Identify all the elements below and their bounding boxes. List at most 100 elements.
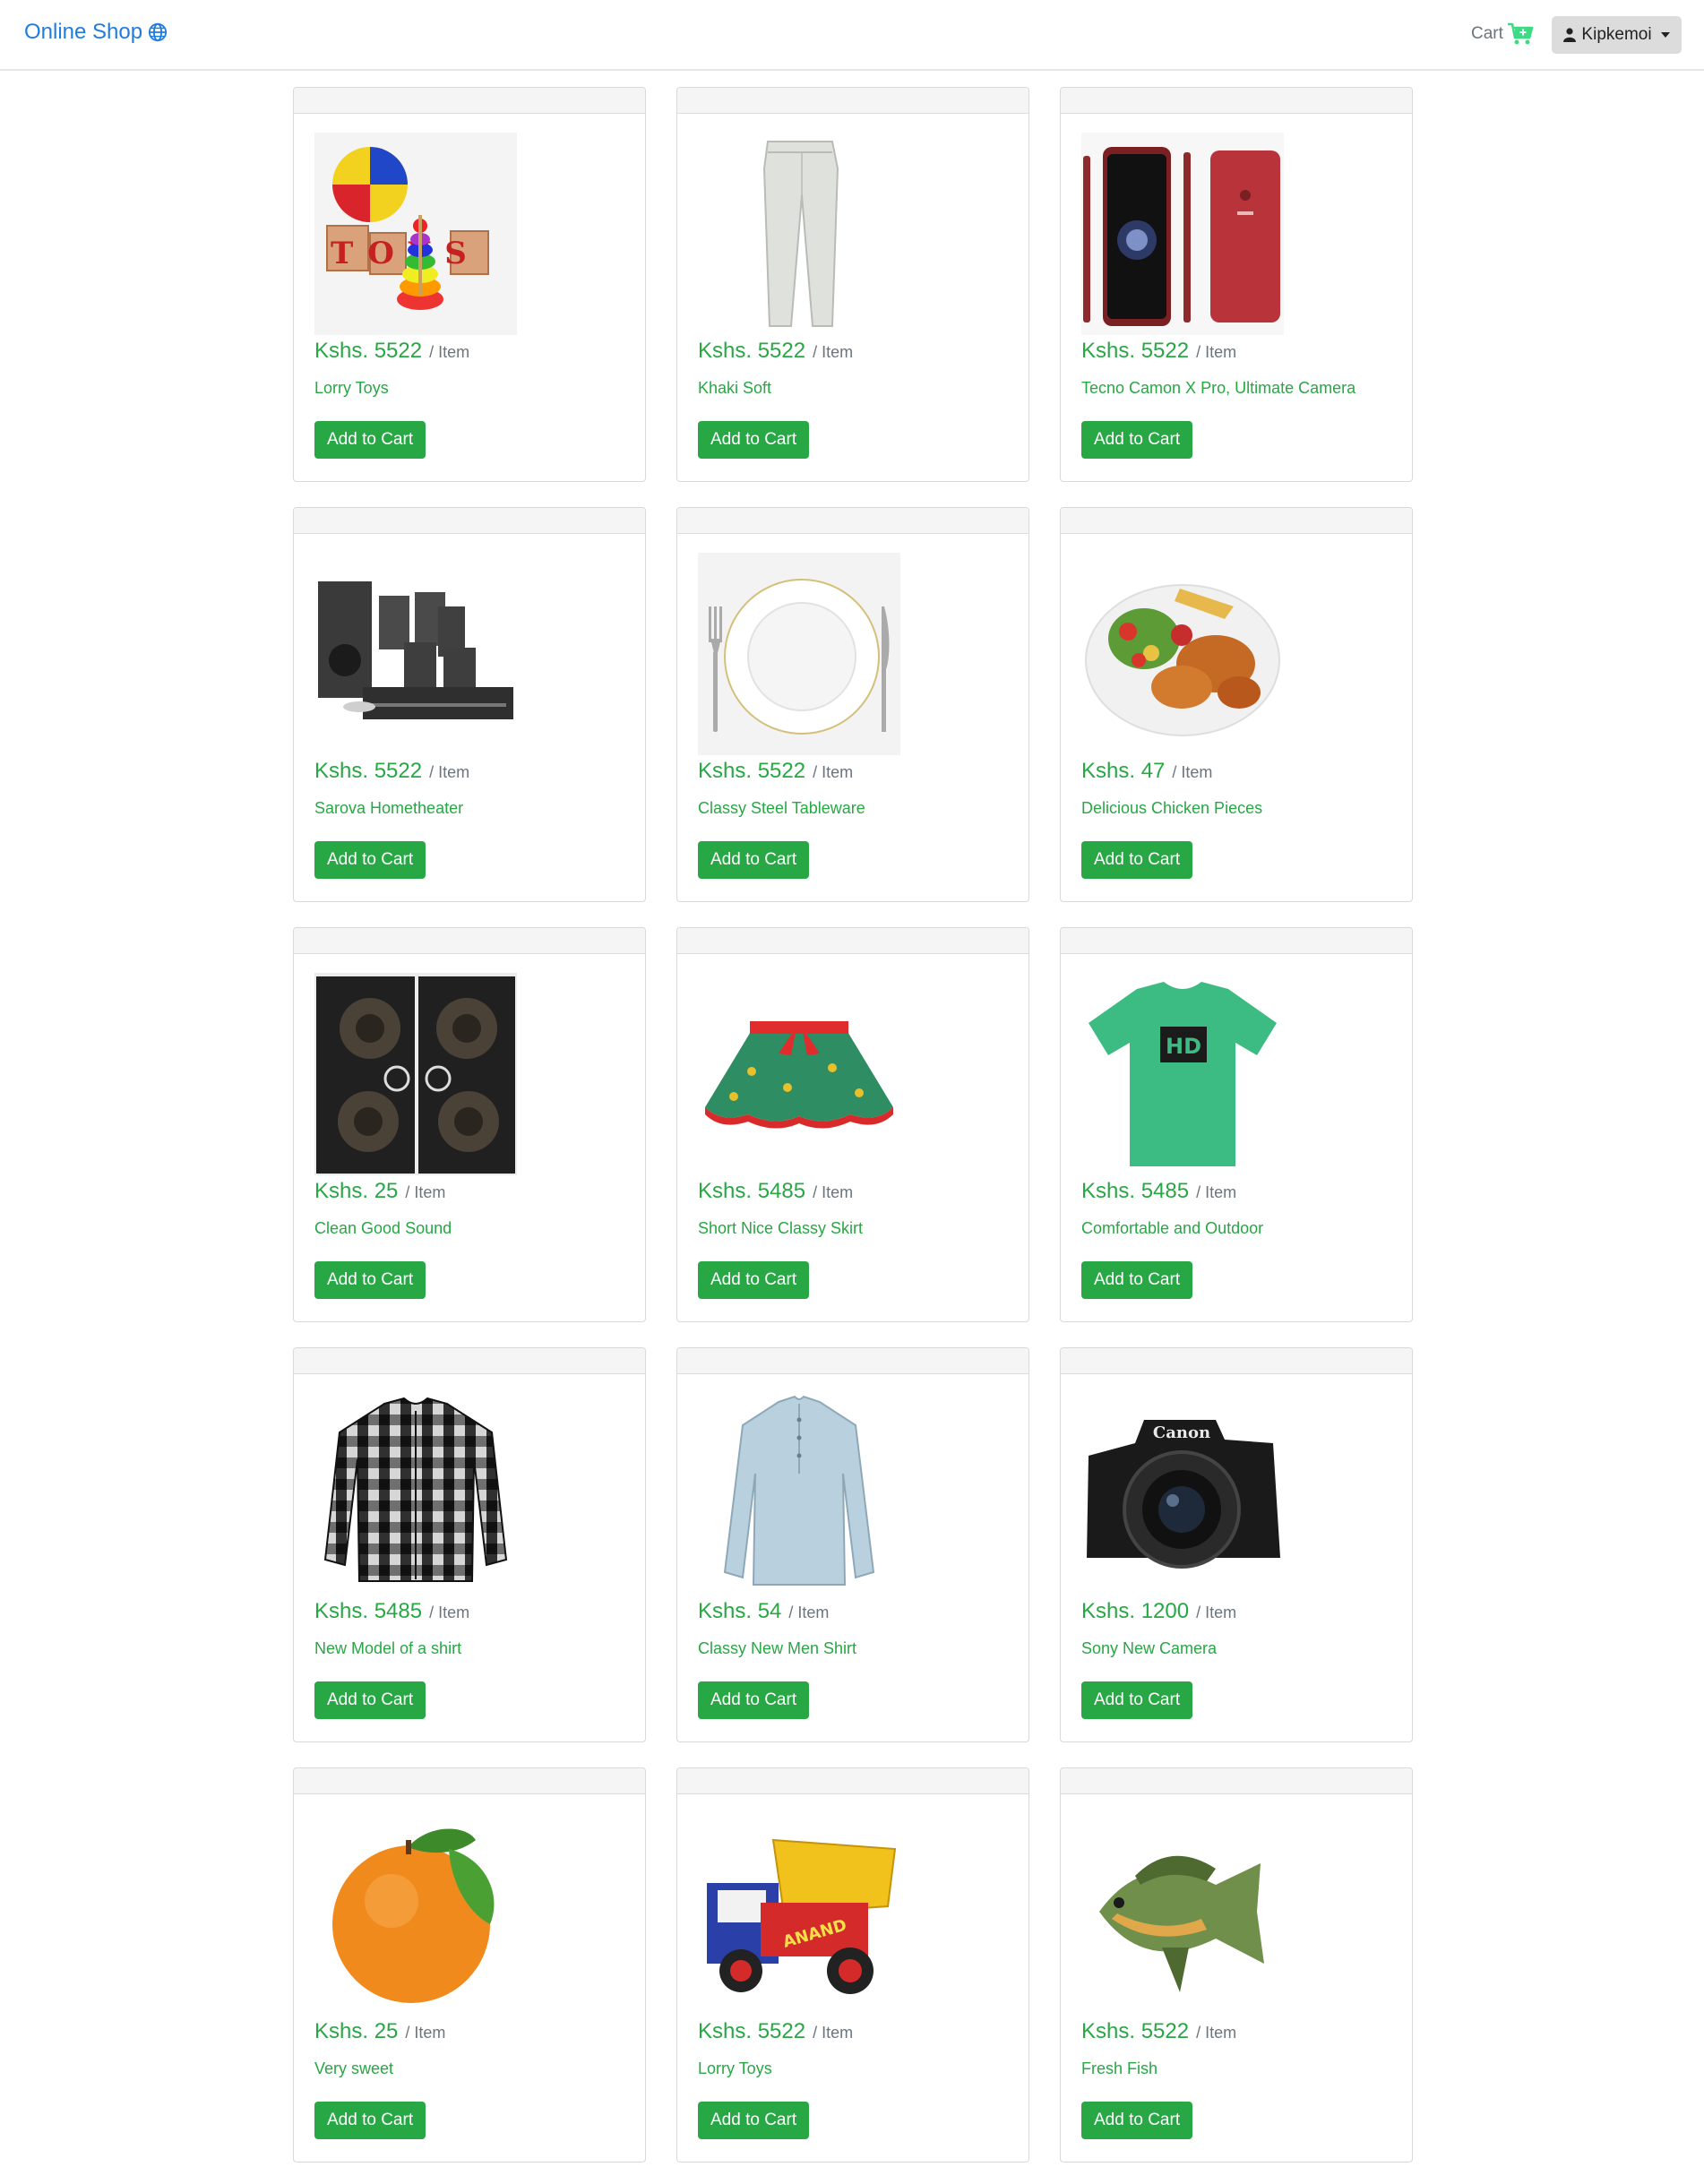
- card-header: [294, 1768, 645, 1794]
- product-name: Classy Steel Tableware: [698, 799, 865, 817]
- price-unit: / Item: [1196, 2024, 1237, 2042]
- product-card: Kshs. 5522 / Item Fresh Fish Add to Cart: [1060, 1767, 1413, 2163]
- globe-icon: [149, 22, 168, 42]
- add-to-cart-button[interactable]: Add to Cart: [314, 2102, 426, 2139]
- tableware-image: [698, 553, 900, 755]
- card-header: [1061, 508, 1412, 534]
- price-line: Kshs. 25 / Item: [314, 1179, 445, 1204]
- product-name: Delicious Chicken Pieces: [1081, 799, 1263, 817]
- card-header: [294, 928, 645, 954]
- price-line: Kshs. 5522 / Item: [1081, 339, 1236, 364]
- add-to-cart-button[interactable]: Add to Cart: [698, 841, 810, 879]
- toys-image: TOYS: [314, 133, 517, 335]
- product-name: Very sweet: [314, 2059, 394, 2077]
- product-name: Tecno Camon X Pro, Ultimate Camera: [1081, 379, 1356, 397]
- product-card: Kshs. 5485 / Item New Model of a shirt A…: [293, 1347, 646, 1742]
- add-to-cart-button[interactable]: Add to Cart: [1081, 841, 1193, 879]
- tshirt-logo: HD: [1166, 1034, 1201, 1059]
- toys-letters: TOYS: [331, 236, 481, 271]
- price-line: Kshs. 5522 / Item: [314, 759, 469, 784]
- person-icon: [1563, 28, 1577, 42]
- card-header: [677, 88, 1028, 114]
- smartphone-image: [1081, 133, 1284, 335]
- product-card: Kshs. 5522 / Item Sarova Hometheater Add…: [293, 507, 646, 902]
- product-price: Kshs. 5522: [698, 2019, 806, 2043]
- price-line: Kshs. 5485 / Item: [314, 1599, 469, 1624]
- card-header: [294, 508, 645, 534]
- card-header: [1061, 1768, 1412, 1794]
- card-header: [294, 88, 645, 114]
- price-line: Kshs. 47 / Item: [1081, 759, 1212, 784]
- price-unit: / Item: [405, 2024, 446, 2042]
- product-price: Kshs. 5522: [1081, 339, 1190, 363]
- price-line: Kshs. 25 / Item: [314, 2019, 445, 2044]
- skirt-image: [698, 973, 900, 1175]
- product-card: Kshs. 47 / Item Delicious Chicken Pieces…: [1060, 507, 1413, 902]
- product-name: Sony New Camera: [1081, 1639, 1218, 1657]
- product-price: Kshs. 5485: [314, 1599, 423, 1623]
- product-price: Kshs. 5522: [314, 759, 423, 783]
- product-price: Kshs. 1200: [1081, 1599, 1190, 1623]
- add-to-cart-button[interactable]: Add to Cart: [698, 1681, 810, 1719]
- toy-truck-image: ANAND: [698, 1813, 900, 2016]
- add-to-cart-button[interactable]: Add to Cart: [698, 2102, 810, 2139]
- product-card: Kshs. 5522 / Item Khaki Soft Add to Cart: [676, 87, 1029, 482]
- home-theater-image: [314, 553, 517, 755]
- card-header: [677, 508, 1028, 534]
- product-card: Kshs. 54 / Item Classy New Men Shirt Add…: [676, 1347, 1029, 1742]
- card-header: [677, 1768, 1028, 1794]
- product-card: Kshs. 5522 / Item Classy Steel Tableware…: [676, 507, 1029, 902]
- product-price: Kshs. 25: [314, 1179, 399, 1203]
- price-line: Kshs. 5522 / Item: [698, 2019, 853, 2044]
- product-grid: TOYS Kshs. 5522 / Item Lorry Toys Add to…: [293, 87, 1413, 2163]
- price-unit: / Item: [429, 1604, 470, 1621]
- product-name: Sarova Hometheater: [314, 799, 464, 817]
- product-name: Comfortable and Outdoor: [1081, 1219, 1264, 1237]
- add-to-cart-button[interactable]: Add to Cart: [698, 421, 810, 459]
- add-to-cart-button[interactable]: Add to Cart: [314, 1261, 426, 1299]
- product-name: Classy New Men Shirt: [698, 1639, 857, 1657]
- product-name: Lorry Toys: [314, 379, 389, 397]
- camera-image: Canon: [1081, 1393, 1284, 1595]
- add-to-cart-button[interactable]: Add to Cart: [314, 1681, 426, 1719]
- product-name: Khaki Soft: [698, 379, 772, 397]
- price-unit: / Item: [429, 763, 470, 781]
- price-line: Kshs. 5485 / Item: [1081, 1179, 1236, 1204]
- men-shirt-image: [698, 1393, 900, 1595]
- price-line: Kshs. 5522 / Item: [314, 339, 469, 364]
- price-line: Kshs. 5522 / Item: [698, 759, 853, 784]
- price-unit: / Item: [1196, 343, 1237, 361]
- add-to-cart-button[interactable]: Add to Cart: [1081, 421, 1193, 459]
- price-line: Kshs. 5485 / Item: [698, 1179, 853, 1204]
- product-card: Kshs. 5522 / Item Tecno Camon X Pro, Ult…: [1060, 87, 1413, 482]
- add-to-cart-button[interactable]: Add to Cart: [698, 1261, 810, 1299]
- price-unit: / Item: [813, 1183, 854, 1201]
- add-to-cart-button[interactable]: Add to Cart: [1081, 1681, 1193, 1719]
- add-to-cart-button[interactable]: Add to Cart: [1081, 1261, 1193, 1299]
- product-price: Kshs. 54: [698, 1599, 782, 1623]
- price-unit: / Item: [813, 2024, 854, 2042]
- cart-plus-icon: [1507, 22, 1534, 45]
- add-to-cart-button[interactable]: Add to Cart: [1081, 2102, 1193, 2139]
- trousers-image: [698, 133, 900, 335]
- product-price: Kshs. 25: [314, 2019, 399, 2043]
- price-line: Kshs. 54 / Item: [698, 1599, 829, 1624]
- add-to-cart-button[interactable]: Add to Cart: [314, 841, 426, 879]
- price-line: Kshs. 5522 / Item: [1081, 2019, 1236, 2044]
- product-card: ANAND Kshs. 5522 / Item Lorry Toys Add t…: [676, 1767, 1029, 2163]
- product-name: New Model of a shirt: [314, 1639, 462, 1657]
- product-price: Kshs. 47: [1081, 759, 1166, 783]
- product-card: Kshs. 25 / Item Clean Good Sound Add to …: [293, 927, 646, 1322]
- user-dropdown-button[interactable]: Kipkemoi: [1552, 16, 1682, 54]
- product-name: Fresh Fish: [1081, 2059, 1158, 2077]
- price-unit: / Item: [813, 763, 854, 781]
- card-header: [294, 1348, 645, 1374]
- add-to-cart-button[interactable]: Add to Cart: [314, 421, 426, 459]
- card-header: [1061, 1348, 1412, 1374]
- product-price: Kshs. 5522: [314, 339, 423, 363]
- brand-link[interactable]: Online Shop: [24, 20, 168, 45]
- price-line: Kshs. 1200 / Item: [1081, 1599, 1236, 1624]
- price-unit: / Item: [1172, 763, 1213, 781]
- cart-link[interactable]: Cart: [1471, 22, 1534, 46]
- price-unit: / Item: [813, 343, 854, 361]
